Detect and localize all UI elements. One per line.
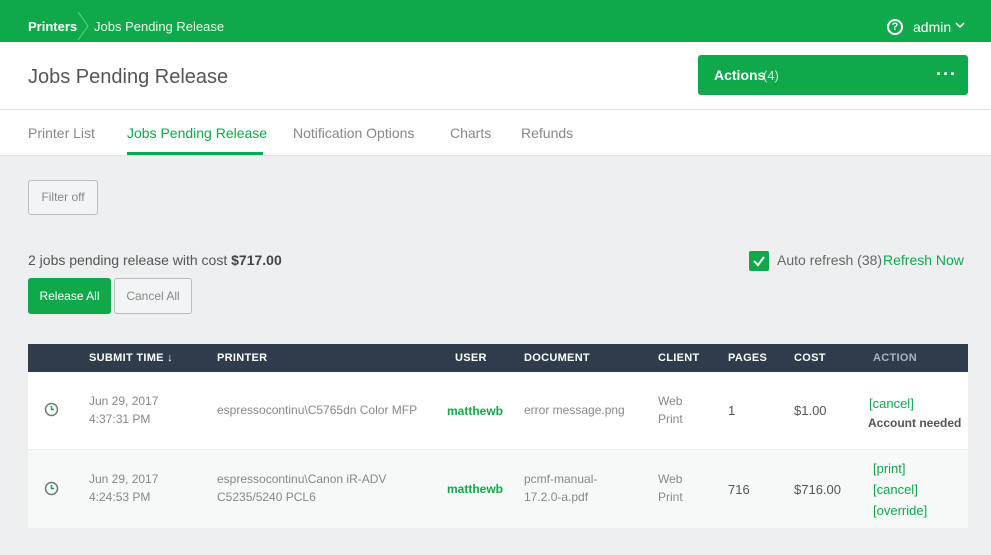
table-row: Jun 29, 2017 4:37:31 PM espressocontinu\… — [28, 372, 968, 449]
release-all-button[interactable]: Release All — [28, 278, 111, 314]
pages: 1 — [728, 403, 736, 418]
user-link[interactable]: matthewb — [447, 480, 503, 498]
actions-label: Actions — [714, 67, 766, 83]
page-header: Jobs Pending Release Actions (4) ··· — [0, 42, 991, 110]
account-needed-note: Account needed — [868, 416, 962, 430]
document-name: error message.png — [524, 401, 625, 419]
page-title: Jobs Pending Release — [28, 66, 229, 88]
submit-date: Jun 29, 2017 — [89, 394, 159, 408]
document-line1: error message.png — [524, 403, 625, 417]
printer-line1: espressocontinu\Canon iR-ADV — [217, 472, 387, 486]
client: Web Print — [658, 392, 683, 428]
actions-button[interactable]: Actions (4) ··· — [698, 55, 968, 95]
clock-icon — [44, 481, 59, 496]
breadcrumb-separator-icon — [77, 12, 89, 40]
more-dots-icon: ··· — [936, 64, 957, 84]
tab-bar: Printer List Jobs Pending Release Notifi… — [0, 110, 991, 156]
document-line2: 17.2.0-a.pdf — [524, 490, 589, 504]
column-user[interactable]: USER — [455, 352, 487, 364]
submit-clock-time: 4:24:53 PM — [89, 490, 151, 504]
actions-count: (4) — [763, 68, 779, 83]
tab-printer-list[interactable]: Printer List — [28, 125, 95, 141]
submit-time: Jun 29, 2017 4:37:31 PM — [89, 392, 158, 428]
summary-cost: $717.00 — [231, 252, 282, 268]
column-client[interactable]: CLIENT — [658, 352, 700, 364]
column-action: ACTION — [873, 352, 917, 364]
printer-name: espressocontinu\C5765dn Color MFP — [217, 401, 417, 419]
override-job-link[interactable]: [override] — [873, 500, 927, 521]
cost: $716.00 — [794, 482, 841, 497]
document-name: pcmf-manual- 17.2.0-a.pdf — [524, 470, 597, 506]
client-line1: Web — [658, 472, 683, 486]
column-document[interactable]: DOCUMENT — [524, 352, 590, 364]
filter-button[interactable]: Filter off — [28, 180, 98, 215]
refresh-now-link[interactable]: Refresh Now — [883, 252, 964, 268]
question-circle-icon[interactable]: ? — [887, 19, 903, 35]
client-line2: Print — [658, 490, 683, 504]
checkmark-icon — [753, 256, 765, 267]
cancel-job-link[interactable]: [cancel] — [869, 393, 914, 414]
tab-charts[interactable]: Charts — [450, 125, 491, 141]
breadcrumb-printers-link[interactable]: Printers — [28, 19, 77, 34]
job-actions: [print] [cancel] [override] — [873, 458, 927, 521]
clock-icon — [44, 402, 59, 417]
column-submit-time[interactable]: SUBMIT TIME ↓ — [89, 352, 173, 364]
column-cost[interactable]: COST — [794, 352, 826, 364]
top-bar: Printers Jobs Pending Release ? admin — [0, 0, 991, 42]
table-header: SUBMIT TIME ↓ PRINTER USER DOCUMENT CLIE… — [28, 344, 968, 372]
auto-refresh-checkbox[interactable] — [749, 251, 769, 271]
submit-time: Jun 29, 2017 4:24:53 PM — [89, 470, 158, 506]
submit-date: Jun 29, 2017 — [89, 472, 159, 486]
jobs-summary: 2 jobs pending release with cost $717.00 — [28, 252, 282, 268]
client-line2: Print — [658, 412, 683, 426]
jobs-table: SUBMIT TIME ↓ PRINTER USER DOCUMENT CLIE… — [28, 344, 968, 528]
auto-refresh-label: Auto refresh (38) — [777, 252, 883, 268]
cost: $1.00 — [794, 403, 827, 418]
cancel-all-button[interactable]: Cancel All — [114, 278, 192, 314]
user-link[interactable]: matthewb — [447, 402, 503, 420]
submit-clock-time: 4:37:31 PM — [89, 412, 151, 426]
document-line1: pcmf-manual- — [524, 472, 598, 486]
tab-notification-options[interactable]: Notification Options — [293, 125, 414, 141]
tab-refunds[interactable]: Refunds — [521, 125, 573, 141]
summary-text: 2 jobs pending release with cost — [28, 252, 228, 268]
table-row: Jun 29, 2017 4:24:53 PM espressocontinu\… — [28, 449, 968, 528]
active-tab-indicator — [127, 152, 263, 155]
column-pages[interactable]: PAGES — [728, 352, 767, 364]
client-line1: Web — [658, 394, 683, 408]
tab-jobs-pending-release[interactable]: Jobs Pending Release — [127, 125, 267, 141]
client: Web Print — [658, 470, 683, 506]
printer-line1: espressocontinu\C5765dn Color MFP — [217, 403, 418, 417]
cancel-job-link[interactable]: [cancel] — [873, 479, 927, 500]
chevron-down-icon[interactable] — [955, 21, 965, 29]
print-job-link[interactable]: [print] — [873, 458, 927, 479]
pages: 716 — [728, 482, 750, 497]
breadcrumb-current: Jobs Pending Release — [94, 19, 225, 34]
printer-name: espressocontinu\Canon iR-ADV C5235/5240 … — [217, 470, 386, 506]
user-menu[interactable]: admin — [913, 19, 951, 35]
printer-line2: C5235/5240 PCL6 — [217, 490, 316, 504]
column-printer[interactable]: PRINTER — [217, 352, 267, 364]
